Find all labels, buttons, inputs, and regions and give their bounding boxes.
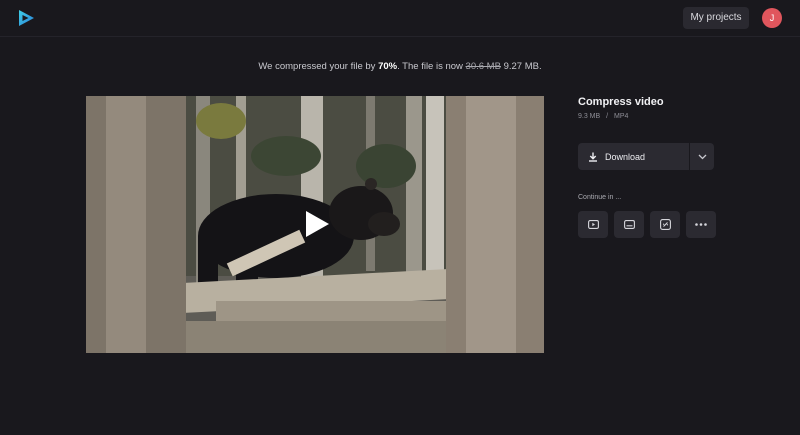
download-icon	[589, 152, 597, 162]
subtitles-icon	[623, 220, 635, 229]
continue-actions	[578, 211, 716, 238]
status-old-size: 30.6 MB	[465, 61, 501, 72]
subtitles-button[interactable]	[614, 211, 644, 238]
download-label: Download	[605, 151, 646, 162]
status-middle: . The file is now	[397, 61, 466, 72]
avatar[interactable]: J	[762, 8, 782, 28]
download-control: Download	[578, 143, 714, 170]
file-size: 9.3 MB	[578, 113, 601, 120]
play-logo-icon[interactable]	[16, 8, 36, 28]
play-icon[interactable]	[304, 210, 330, 238]
status-percent: 70%	[378, 61, 398, 72]
video-player[interactable]	[86, 96, 544, 353]
link-button[interactable]	[650, 211, 680, 238]
my-projects-button[interactable]: My projects	[683, 7, 749, 29]
chevron-down-icon	[698, 154, 706, 159]
compression-status: We compressed your file by 70%. The file…	[0, 61, 800, 72]
status-prefix: We compressed your file by	[258, 61, 379, 72]
link-icon	[659, 219, 671, 230]
download-button[interactable]: Download	[578, 143, 689, 170]
top-bar: My projects J	[0, 0, 800, 37]
file-format: MP4	[614, 113, 629, 120]
file-meta: 9.3 MB / MP4	[578, 113, 632, 120]
video-editor-icon	[587, 220, 599, 229]
video-editor-button[interactable]	[578, 211, 608, 238]
panel-title: Compress video	[578, 96, 664, 108]
meta-separator: /	[606, 113, 609, 120]
more-icon	[695, 223, 707, 226]
more-button[interactable]	[686, 211, 716, 238]
continue-label: Continue in ...	[578, 194, 622, 201]
download-options-button[interactable]	[690, 143, 714, 170]
status-new-size: 9.27 MB.	[503, 61, 542, 72]
